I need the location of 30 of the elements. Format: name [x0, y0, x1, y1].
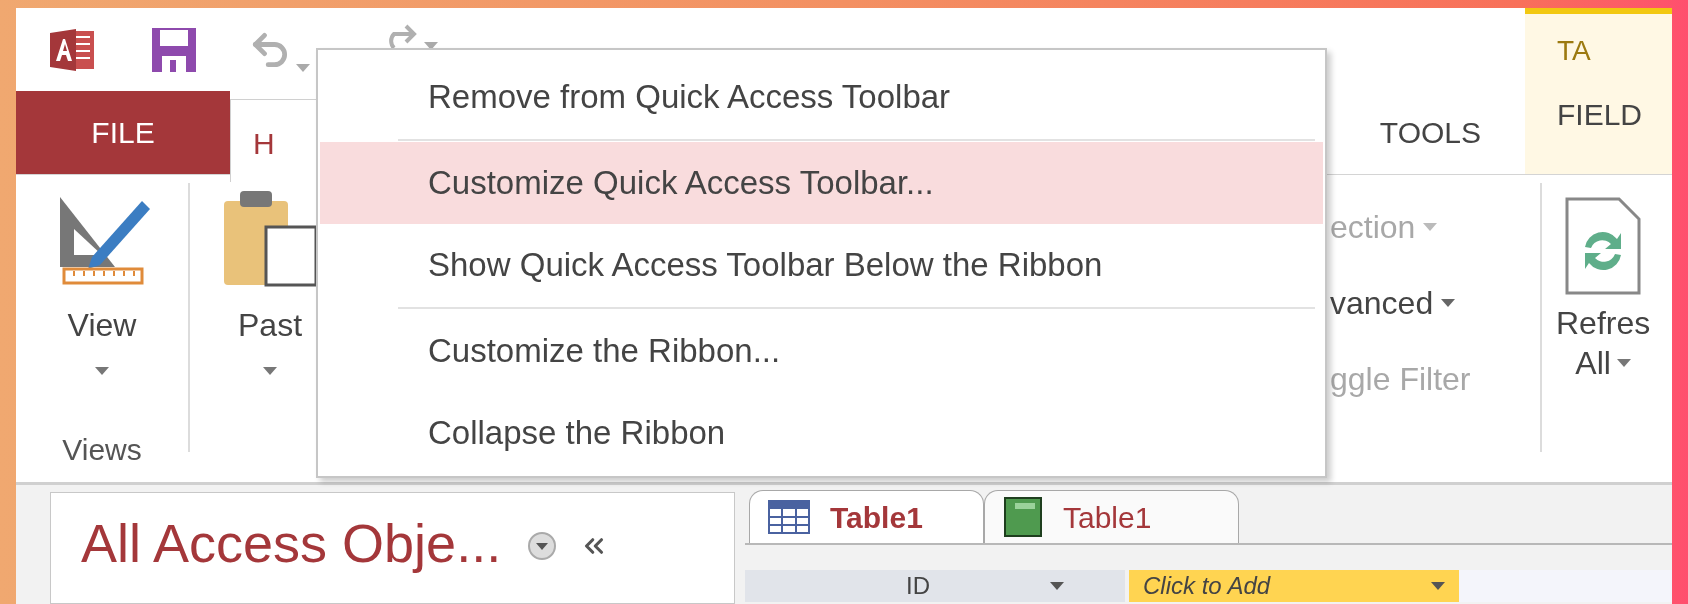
column-header[interactable]: ID	[745, 570, 1125, 602]
dropdown-circle-icon[interactable]	[527, 531, 558, 561]
view-button[interactable]: View	[52, 187, 152, 375]
file-tab[interactable]: FILE	[16, 91, 230, 174]
ribbon-command[interactable]: vanced	[1330, 285, 1540, 321]
menu-item[interactable]: Customize Quick Access Toolbar...	[320, 142, 1323, 224]
caret-icon	[263, 367, 277, 375]
group-label: Views	[62, 432, 142, 468]
save-icon[interactable]	[150, 25, 198, 74]
paste-button[interactable]: Past	[200, 187, 320, 375]
navigation-pane-title: All Access Obje...	[81, 512, 502, 575]
caret-icon	[1050, 582, 1064, 590]
add-column-header[interactable]: Click to Add	[1129, 570, 1459, 602]
book-icon	[1003, 497, 1043, 537]
ribbon-tab[interactable]: FIELD	[1525, 92, 1672, 137]
caret-icon	[424, 42, 438, 50]
document-tab[interactable]: Table1	[984, 490, 1239, 543]
caret-icon	[95, 367, 109, 375]
document-tab[interactable]: Table1	[749, 490, 984, 543]
table-icon	[768, 500, 810, 534]
caret-icon	[1423, 223, 1438, 231]
caret-icon	[296, 63, 310, 72]
caret-icon	[1441, 299, 1456, 307]
refresh-document-icon	[1563, 195, 1644, 295]
ribbon-tab[interactable]: TOOLS	[1359, 91, 1501, 174]
contextual-tab-header: TA	[1556, 34, 1592, 68]
caret-icon	[1431, 582, 1445, 590]
database-app-icon[interactable]	[50, 26, 96, 73]
refresh-all-button[interactable]: Refres All	[1556, 195, 1651, 383]
caret-icon	[1616, 359, 1631, 367]
